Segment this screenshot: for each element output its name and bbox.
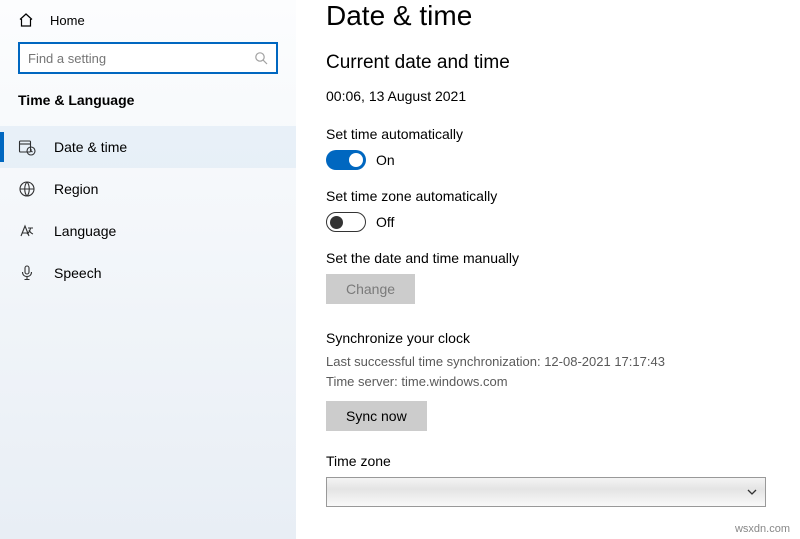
home-label: Home <box>50 13 85 28</box>
sidebar-section-title: Time & Language <box>0 92 296 126</box>
chevron-down-icon <box>745 485 759 499</box>
set-tz-auto-state: Off <box>376 214 394 230</box>
sync-now-button[interactable]: Sync now <box>326 401 427 431</box>
timezone-dropdown[interactable] <box>326 477 766 507</box>
sidebar-item-speech[interactable]: Speech <box>0 252 296 294</box>
sync-clock-title: Synchronize your clock <box>326 330 770 346</box>
search-input-container[interactable] <box>18 42 278 74</box>
manual-set-label: Set the date and time manually <box>326 250 770 266</box>
set-time-auto-state: On <box>376 152 395 168</box>
sidebar-item-date-time[interactable]: Date & time <box>0 126 296 168</box>
search-icon <box>254 51 268 65</box>
watermark: wsxdn.com <box>735 523 790 535</box>
change-button: Change <box>326 274 415 304</box>
set-tz-auto-toggle[interactable] <box>326 212 366 232</box>
sync-time-server: Time server: time.windows.com <box>326 372 770 392</box>
language-icon <box>18 222 36 240</box>
home-icon <box>18 12 34 28</box>
calendar-clock-icon <box>18 138 36 156</box>
timezone-label: Time zone <box>326 453 770 469</box>
set-tz-auto-label: Set time zone automatically <box>326 188 770 204</box>
sync-last-success: Last successful time synchronization: 12… <box>326 352 770 372</box>
sidebar-item-region[interactable]: Region <box>0 168 296 210</box>
main-content: Date & time Current date and time 00:06,… <box>296 0 800 539</box>
set-time-auto-label: Set time automatically <box>326 126 770 142</box>
globe-icon <box>18 180 36 198</box>
sidebar-item-label: Region <box>54 181 98 197</box>
set-time-auto-toggle[interactable] <box>326 150 366 170</box>
page-title: Date & time <box>326 0 770 32</box>
home-link[interactable]: Home <box>0 6 296 42</box>
current-datetime-heading: Current date and time <box>326 52 770 74</box>
current-datetime-value: 00:06, 13 August 2021 <box>326 88 770 104</box>
sidebar-item-label: Language <box>54 223 116 239</box>
sidebar-item-language[interactable]: Language <box>0 210 296 252</box>
microphone-icon <box>18 264 36 282</box>
sidebar-item-label: Date & time <box>54 139 127 155</box>
sidebar-item-label: Speech <box>54 265 101 281</box>
sidebar: Home Time & Language Date & time <box>0 0 296 539</box>
search-input[interactable] <box>28 51 254 66</box>
